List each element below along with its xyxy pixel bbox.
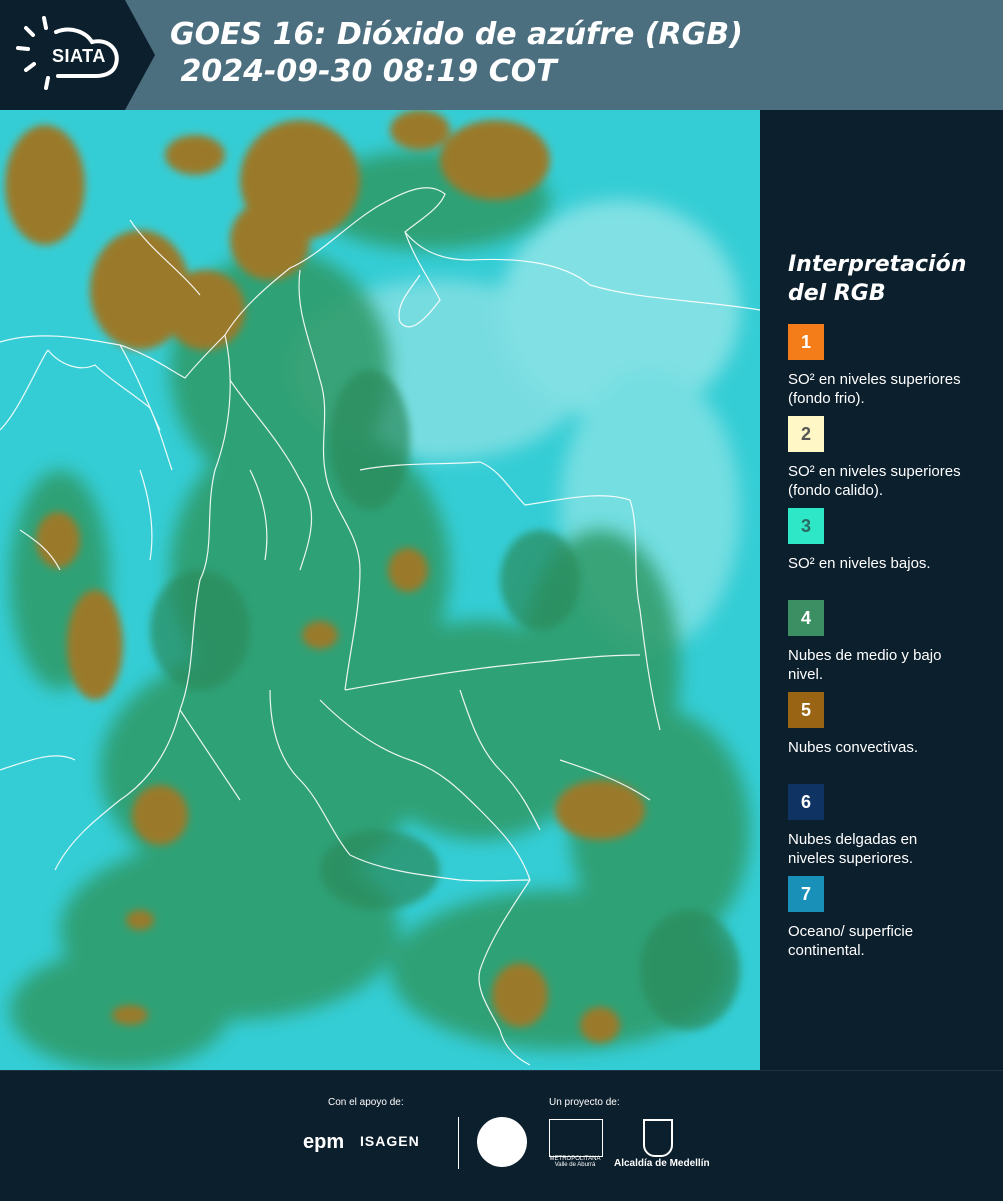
legend-title: Interpretación del RGB [788,250,988,308]
legend-swatch-1: 1 [788,324,824,360]
map-canvas [0,110,760,1070]
legend-title-line2: del RGB [788,281,886,306]
legend-title-line1: Interpretación [788,252,967,277]
legend-item-4: 4 Nubes de medio y bajo nivel. [788,600,988,692]
footer-divider [458,1117,459,1169]
header-bar: SIATA GOES 16: Dióxido de azúfre (RGB) 2… [0,0,1003,110]
satellite-rgb-map [0,110,760,1070]
footer: Con el apoyo de: Un proyecto de: epm ISA… [0,1070,1003,1201]
area-logo-subtext: METROPOLITANA Valle de Aburrá [549,1156,601,1168]
legend-item-2: 2 SO² en niveles superiores (fondo calido… [788,416,988,508]
legend-item-6: 6 Nubes delgadas en niveles superiores. [788,784,988,876]
legend-swatch-5: 5 [788,692,824,728]
legend-desc-5: Nubes convectivas. [788,739,919,756]
isagen-logo: ISAGEN [360,1133,420,1149]
legend-item-1: 1 SO² en niveles superiores (fondo frio). [788,324,988,416]
rgb-legend: Interpretación del RGB 1 SO² en niveles s… [788,250,988,968]
legend-swatch-2: 2 [788,416,824,452]
legend-desc-2: SO² en niveles superiores (fondo calido)… [788,463,961,499]
legend-desc-7: Oceano/ superficie continental. [788,923,914,959]
legend-item-7: 7 Oceano/ superficie continental. [788,876,988,968]
legend-item-5: 5 Nubes convectivas. [788,692,988,784]
title-line-datetime: 2024-09-30 08:19 COT [170,54,557,89]
alcaldia-logo-text: Alcaldía de Medellín [614,1158,710,1169]
legend-swatch-7: 7 [788,876,824,912]
epm-logo: epm [303,1131,345,1153]
legend-desc-1: SO² en niveles superiores (fondo frio). [788,371,961,407]
alcaldia-shield-icon [643,1119,673,1157]
medellin-seal-icon [477,1117,527,1167]
legend-desc-4: Nubes de medio y bajo nivel. [788,647,942,683]
area-metropolitana-logo: METROPOLITANA Valle de Aburrá [549,1119,603,1169]
legend-swatch-4: 4 [788,600,824,636]
support-label: Con el apoyo de: [328,1097,404,1108]
project-label: Un proyecto de: [549,1097,620,1108]
legend-item-3: 3 SO² en niveles bajos. [788,508,988,600]
legend-swatch-3: 3 [788,508,824,544]
legend-swatch-6: 6 [788,784,824,820]
legend-desc-6: Nubes delgadas en niveles superiores. [788,831,918,867]
siata-logo-text: SIATA [52,46,106,66]
area-logo-icon [549,1119,603,1157]
page-title: GOES 16: Dióxido de azúfre (RGB) 2024-09… [170,16,743,90]
title-line-product: GOES 16: Dióxido de azúfre (RGB) [170,17,743,52]
legend-desc-3: SO² en niveles bajos. [788,555,931,572]
